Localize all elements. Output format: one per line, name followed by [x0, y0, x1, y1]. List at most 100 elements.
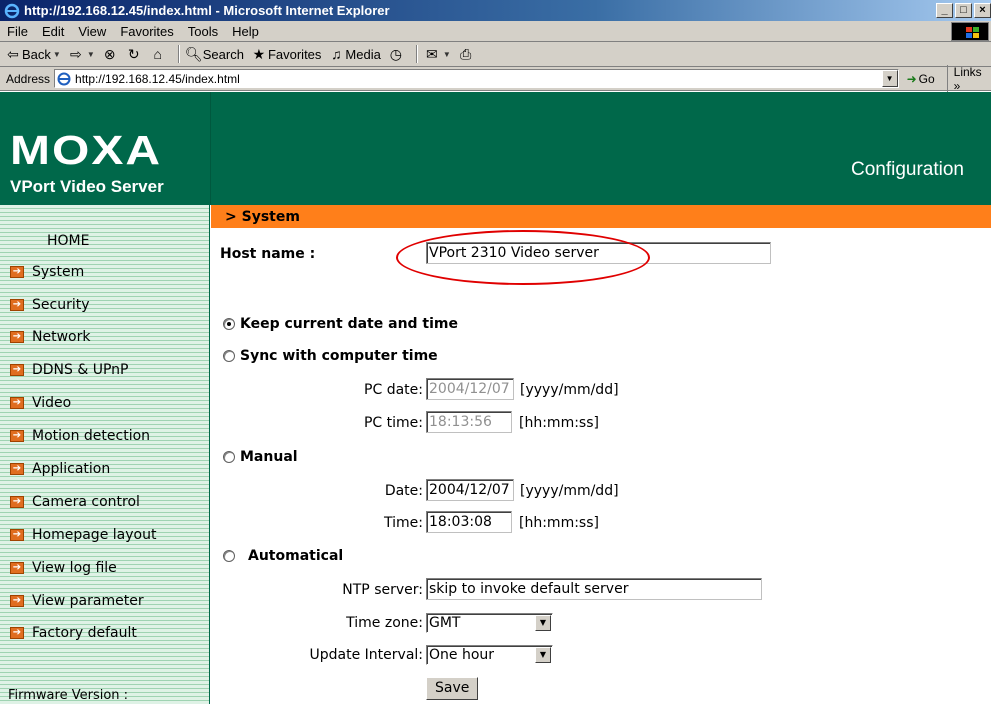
- media-button[interactable]: ♫ Media: [327, 46, 381, 62]
- window-titlebar: http://192.168.12.45/index.html - Micros…: [0, 0, 991, 21]
- sidebar-item-label: Security: [32, 297, 90, 313]
- menu-help[interactable]: Help: [225, 24, 266, 39]
- ntp-server-input[interactable]: skip to invoke default server: [426, 578, 762, 600]
- arrow-right-icon: ➔: [10, 595, 24, 607]
- arrow-right-icon: ➔: [10, 627, 24, 639]
- arrow-right-icon: ➔: [10, 397, 24, 409]
- back-arrow-icon: ⇦: [7, 45, 19, 62]
- sidebar-item-system[interactable]: ➔ System: [0, 262, 210, 282]
- time-zone-select[interactable]: GMT ▼: [426, 613, 553, 633]
- pc-date-format: [yyyy/mm/dd]: [520, 382, 619, 398]
- sidebar-item-label: Application: [32, 461, 111, 477]
- system-form: Host name : VPort 2310 Video server Keep…: [211, 228, 991, 704]
- maximize-button[interactable]: □: [955, 3, 972, 18]
- keep-time-radio[interactable]: Keep current date and time: [223, 316, 458, 332]
- sidebar-item-label: View log file: [32, 560, 117, 576]
- menu-favorites[interactable]: Favorites: [113, 24, 180, 39]
- automatical-radio[interactable]: Automatical: [223, 548, 343, 564]
- menu-edit[interactable]: Edit: [35, 24, 71, 39]
- time-format: [hh:mm:ss]: [519, 515, 599, 531]
- menu-file[interactable]: File: [0, 24, 35, 39]
- arrow-right-icon: ➔: [10, 266, 24, 278]
- chevron-down-icon: ▼: [86, 49, 95, 59]
- ie-icon: [4, 3, 20, 18]
- sidebar-item-view-parameter[interactable]: ➔ View parameter: [0, 591, 210, 611]
- forward-arrow-icon: ⇨: [69, 45, 82, 62]
- history-button[interactable]: ◷: [387, 46, 405, 63]
- sidebar-item-network[interactable]: ➔ Network: [0, 327, 210, 347]
- manual-radio[interactable]: Manual: [223, 449, 298, 465]
- links-button[interactable]: Links »: [946, 64, 991, 93]
- window-title: http://192.168.12.45/index.html - Micros…: [24, 3, 390, 18]
- refresh-button[interactable]: ↻: [125, 46, 143, 63]
- host-name-input[interactable]: VPort 2310 Video server: [426, 242, 771, 264]
- sidebar-item-camera-control[interactable]: ➔ Camera control: [0, 492, 210, 512]
- time-input[interactable]: 18:03:08: [426, 511, 512, 533]
- address-label: Address: [6, 71, 51, 86]
- go-button[interactable]: ➜ Go: [907, 72, 935, 86]
- close-button[interactable]: ×: [974, 3, 991, 18]
- pc-date-input[interactable]: 2004/12/07: [426, 378, 514, 400]
- sidebar-item-label: DDNS & UPnP: [32, 362, 129, 378]
- pc-date-label: PC date:: [364, 382, 423, 398]
- sidebar-item-homepage-layout[interactable]: ➔ Homepage layout: [0, 525, 210, 545]
- sidebar-item-video[interactable]: ➔ Video: [0, 393, 210, 413]
- sidebar-item-security[interactable]: ➔ Security: [0, 295, 210, 315]
- arrow-right-icon: ➔: [10, 364, 24, 376]
- menu-view[interactable]: View: [71, 24, 113, 39]
- sidebar-item-label: Video: [32, 395, 72, 411]
- sidebar-item-factory-default[interactable]: ➔ Factory default: [0, 623, 210, 643]
- page-header: MOXA VPort Video Server Configuration: [0, 92, 991, 205]
- address-dropdown-icon[interactable]: ▼: [881, 70, 898, 87]
- address-input[interactable]: http://192.168.12.45/index.html ▼: [54, 69, 899, 88]
- chevron-down-icon: ▼: [442, 49, 451, 59]
- favorites-button[interactable]: ★ Favorites: [250, 45, 322, 63]
- save-button[interactable]: Save: [426, 677, 479, 700]
- arrow-right-icon: ➔: [10, 496, 24, 508]
- mail-button[interactable]: ✉ ▼: [423, 46, 451, 63]
- sidebar-item-label: Motion detection: [32, 428, 151, 444]
- history-icon: ◷: [389, 45, 402, 62]
- forward-button[interactable]: ⇨ ▼: [67, 46, 95, 63]
- sidebar-item-application[interactable]: ➔ Application: [0, 459, 210, 479]
- sidebar-item-view-log-file[interactable]: ➔ View log file: [0, 558, 210, 578]
- refresh-icon: ↻: [127, 45, 140, 62]
- pc-time-input[interactable]: 18:13:56: [426, 411, 512, 433]
- media-icon: ♫: [331, 46, 342, 62]
- back-button[interactable]: ⇦ Back ▼: [4, 46, 61, 63]
- sync-time-radio[interactable]: Sync with computer time: [223, 348, 438, 364]
- sidebar-item-ddns-upnp[interactable]: ➔ DDNS & UPnP: [0, 360, 210, 380]
- home-button[interactable]: ⌂: [149, 46, 167, 62]
- moxa-logo: MOXA VPort Video Server: [0, 92, 210, 205]
- menu-bar: File Edit View Favorites Tools Help: [0, 21, 991, 42]
- update-interval-select[interactable]: One hour ▼: [426, 645, 553, 665]
- stop-button[interactable]: ⊗: [101, 46, 119, 63]
- pc-time-format: [hh:mm:ss]: [519, 415, 599, 431]
- time-zone-value: GMT: [429, 615, 461, 631]
- search-button[interactable]: 🔍︎ Search: [185, 46, 244, 63]
- search-icon: 🔍︎: [184, 45, 203, 62]
- sidebar-item-motion-detection[interactable]: ➔ Motion detection: [0, 426, 210, 446]
- update-interval-value: One hour: [429, 647, 495, 663]
- mail-icon: ✉: [425, 45, 438, 62]
- date-format: [yyyy/mm/dd]: [520, 483, 619, 499]
- minimize-button[interactable]: _: [936, 3, 953, 18]
- windows-flag-icon: [951, 22, 989, 41]
- time-label: Time:: [384, 515, 423, 531]
- section-header: > System: [211, 205, 991, 228]
- sidebar-item-label: System: [32, 264, 85, 280]
- firmware-label: Firmware Version :: [8, 688, 129, 703]
- stop-icon: ⊗: [103, 45, 116, 62]
- date-input[interactable]: 2004/12/07: [426, 479, 514, 501]
- sidebar-item-home[interactable]: HOME: [47, 233, 89, 249]
- radio-selected-icon: [223, 318, 235, 330]
- menu-tools[interactable]: Tools: [181, 24, 225, 39]
- update-interval-label: Update Interval:: [309, 647, 423, 663]
- home-icon: ⌂: [153, 46, 162, 62]
- sidebar-item-label: View parameter: [32, 593, 144, 609]
- favorites-icon: ★: [252, 45, 266, 62]
- arrow-right-icon: ➔: [10, 529, 24, 541]
- date-label: Date:: [384, 483, 423, 499]
- print-button[interactable]: ⎙: [457, 46, 475, 63]
- sidebar-item-label: Network: [32, 329, 91, 345]
